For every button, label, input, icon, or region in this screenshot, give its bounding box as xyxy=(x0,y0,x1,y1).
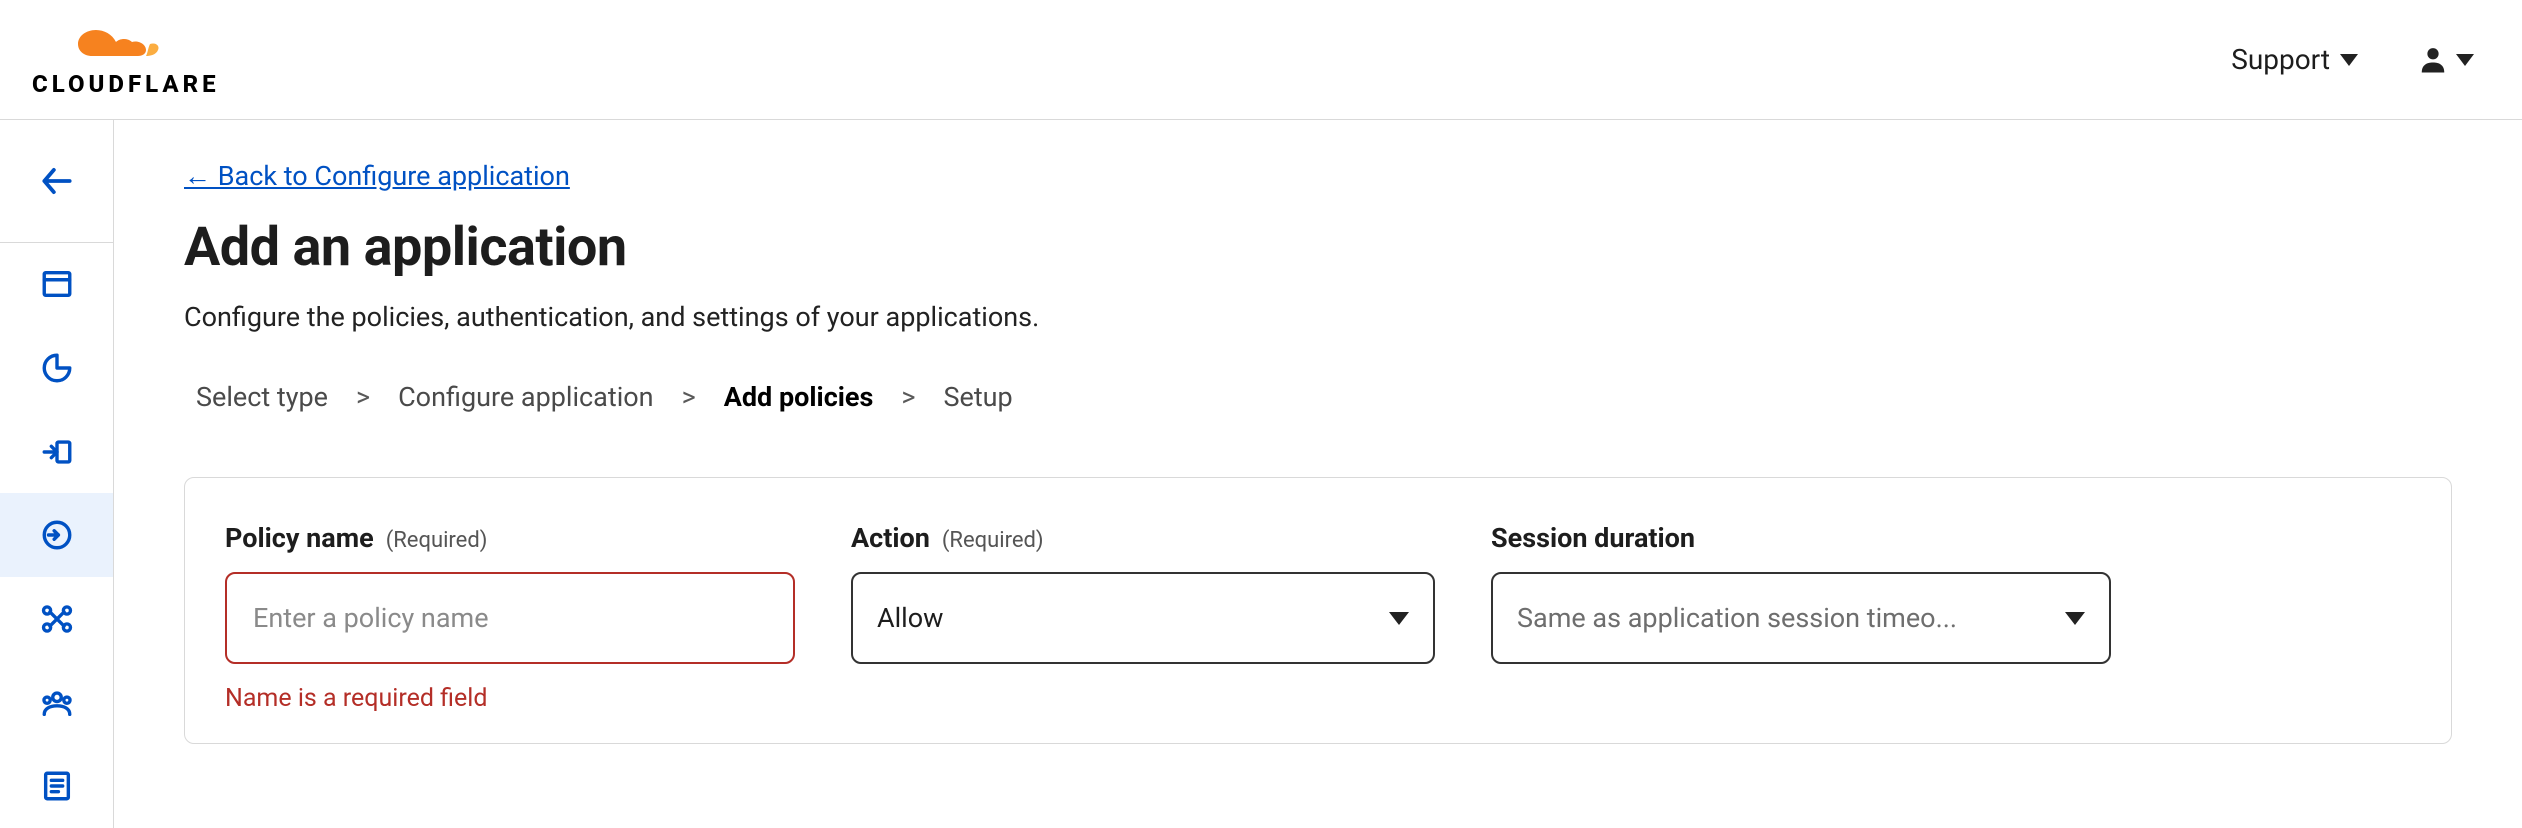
support-label: Support xyxy=(2231,43,2330,76)
page-title: Add an application xyxy=(184,216,2452,279)
session-label: Session duration xyxy=(1491,522,1695,554)
session-duration-select[interactable]: Same as application session timeo... xyxy=(1491,572,2111,664)
sidebar-item-team[interactable] xyxy=(0,661,113,745)
policy-name-error: Name is a required field xyxy=(225,684,795,713)
chevron-down-icon xyxy=(2456,54,2474,66)
sidebar-item-gateway[interactable] xyxy=(0,410,113,494)
user-menu[interactable] xyxy=(2418,45,2474,75)
pie-chart-icon xyxy=(40,351,74,385)
user-icon xyxy=(2418,45,2448,75)
sidebar-item-overview[interactable] xyxy=(0,243,113,327)
action-label: Action xyxy=(851,522,930,554)
policy-name-hint: (Required) xyxy=(386,528,488,553)
field-policy-name: Policy name (Required) Name is a require… xyxy=(225,522,795,713)
window-icon xyxy=(40,267,74,301)
main-content: ← Back to Configure application Add an a… xyxy=(114,120,2522,828)
chevron-down-icon xyxy=(1389,612,1409,625)
action-hint: (Required) xyxy=(942,528,1044,553)
brand-name: CLOUDFLARE xyxy=(32,70,220,98)
breadcrumb-sep: > xyxy=(356,381,370,413)
users-icon xyxy=(40,686,74,720)
wizard-breadcrumb: Select type > Configure application > Ad… xyxy=(184,381,2452,413)
breadcrumb-sep: > xyxy=(682,381,696,413)
gateway-icon xyxy=(40,435,74,469)
sidebar-item-access[interactable] xyxy=(0,493,113,577)
page-subtitle: Configure the policies, authentication, … xyxy=(184,301,2452,333)
sidebar xyxy=(0,120,114,828)
breadcrumb-step-select-type[interactable]: Select type xyxy=(196,381,328,413)
breadcrumb-step-add-policies[interactable]: Add policies xyxy=(724,381,874,413)
policy-name-label: Policy name xyxy=(225,522,374,554)
cloudflare-logo[interactable]: CLOUDFLARE xyxy=(32,22,220,98)
field-action: Action (Required) Allow xyxy=(851,522,1435,713)
session-select-value: Same as application session timeo... xyxy=(1517,602,1957,634)
chevron-down-icon xyxy=(2065,612,2085,625)
support-dropdown[interactable]: Support xyxy=(2231,43,2358,76)
policy-card: Policy name (Required) Name is a require… xyxy=(184,477,2452,744)
breadcrumb-step-configure[interactable]: Configure application xyxy=(398,381,653,413)
access-icon xyxy=(40,518,74,552)
action-select-value: Allow xyxy=(877,602,943,634)
cloudflare-logo-icon xyxy=(66,22,186,66)
back-to-configure-link[interactable]: ← Back to Configure application xyxy=(184,160,570,192)
network-icon xyxy=(40,602,74,636)
chevron-down-icon xyxy=(2340,54,2358,66)
action-select[interactable]: Allow xyxy=(851,572,1435,664)
arrow-left-icon xyxy=(38,162,76,200)
sidebar-item-analytics[interactable] xyxy=(0,326,113,410)
breadcrumb-step-setup[interactable]: Setup xyxy=(943,381,1012,413)
sidebar-item-logs[interactable] xyxy=(0,744,113,828)
list-icon xyxy=(40,769,74,803)
sidebar-item-tunnels[interactable] xyxy=(0,577,113,661)
field-session-duration: Session duration Same as application ses… xyxy=(1491,522,2111,713)
breadcrumb-sep: > xyxy=(901,381,915,413)
sidebar-back-button[interactable] xyxy=(0,120,113,243)
policy-name-input[interactable] xyxy=(225,572,795,664)
header-bar: CLOUDFLARE Support xyxy=(0,0,2522,120)
header-right: Support xyxy=(2231,43,2474,76)
